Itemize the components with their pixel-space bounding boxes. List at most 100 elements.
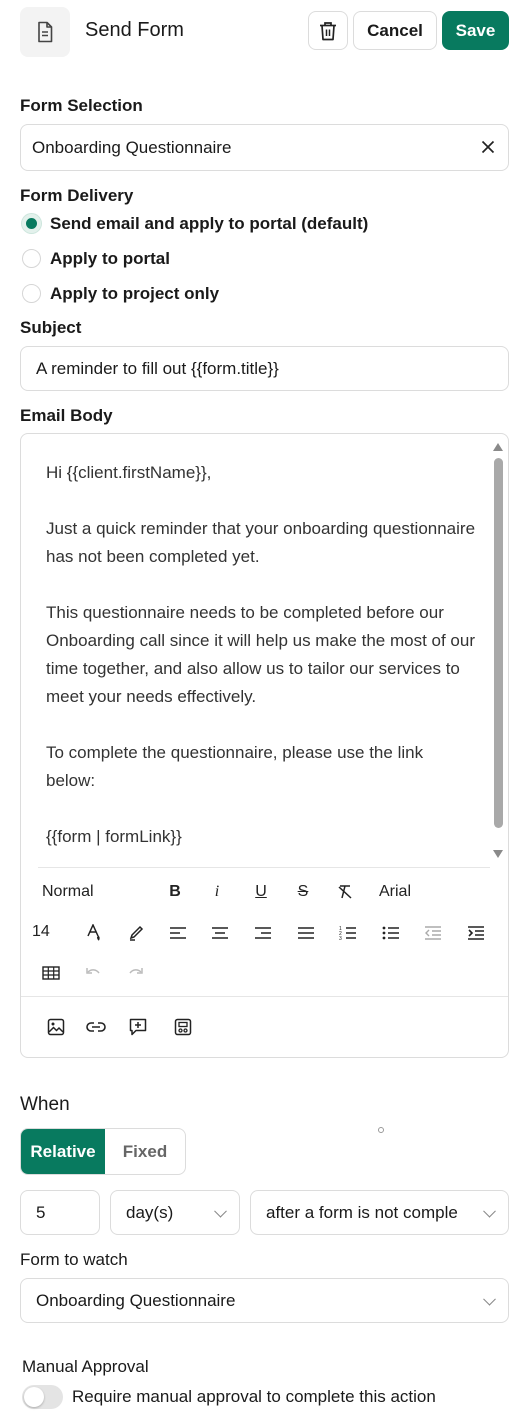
triangle-down-icon bbox=[493, 850, 503, 858]
scroll-down-arrow[interactable] bbox=[492, 846, 504, 858]
delete-button[interactable] bbox=[308, 11, 348, 50]
manual-approval-label: Manual Approval bbox=[22, 1357, 149, 1376]
redo-icon[interactable] bbox=[125, 962, 147, 984]
chevron-down-icon bbox=[483, 1204, 496, 1218]
subject-value: A reminder to fill out {{form.title}} bbox=[36, 358, 279, 378]
size-select[interactable]: 14 bbox=[32, 923, 50, 941]
subject-input[interactable]: A reminder to fill out {{form.title}} bbox=[20, 346, 509, 391]
align-right-icon[interactable] bbox=[252, 922, 274, 944]
form-selection-label: Form Selection bbox=[20, 96, 143, 115]
tab-fixed[interactable]: Fixed bbox=[105, 1129, 185, 1174]
form-to-watch-select[interactable]: Onboarding Questionnaire bbox=[20, 1278, 509, 1323]
align-left-icon[interactable] bbox=[167, 922, 189, 944]
radio-label-send-email-and-portal[interactable]: Send email and apply to portal (default) bbox=[50, 214, 368, 234]
table-icon[interactable] bbox=[40, 962, 62, 984]
outdent-icon[interactable] bbox=[422, 922, 444, 944]
decorative-dot bbox=[378, 1127, 384, 1133]
scroll-up-arrow[interactable] bbox=[492, 439, 504, 451]
when-unit-select[interactable]: day(s) bbox=[110, 1190, 240, 1235]
bullet-list-icon[interactable] bbox=[380, 922, 402, 944]
clear-format-icon[interactable] bbox=[334, 881, 356, 903]
radio-label-apply-to-portal[interactable]: Apply to portal bbox=[50, 249, 170, 269]
email-paragraph: {{form | formLink}} bbox=[46, 827, 182, 846]
highlight-icon[interactable] bbox=[125, 922, 147, 944]
email-paragraph: To complete the questionnaire, please us… bbox=[46, 743, 424, 790]
strikethrough-icon[interactable]: S bbox=[292, 881, 314, 903]
when-trigger-select[interactable]: after a form is not comple bbox=[250, 1190, 509, 1235]
page-title: Send Form bbox=[85, 19, 184, 41]
when-amount-input[interactable]: 5 bbox=[20, 1190, 100, 1235]
bold-icon[interactable]: B bbox=[164, 881, 186, 903]
form-to-watch-value: Onboarding Questionnaire bbox=[36, 1290, 236, 1310]
form-selection-input[interactable]: Onboarding Questionnaire bbox=[20, 124, 509, 171]
radio-apply-to-portal[interactable] bbox=[22, 249, 41, 268]
toggle-knob bbox=[24, 1387, 44, 1407]
when-trigger-value: after a form is not comple bbox=[266, 1202, 458, 1222]
style-select[interactable]: Normal bbox=[42, 883, 94, 901]
radio-send-email-and-portal[interactable] bbox=[22, 214, 41, 233]
font-select[interactable]: Arial bbox=[379, 883, 411, 901]
align-left-glyph bbox=[170, 927, 186, 939]
redo-glyph bbox=[129, 968, 143, 974]
link-glyph bbox=[86, 1022, 106, 1032]
italic-icon[interactable]: i bbox=[206, 881, 228, 903]
clear-format-icon-glyph bbox=[338, 885, 352, 899]
undo-glyph bbox=[86, 968, 100, 974]
form-delivery-label: Form Delivery bbox=[20, 186, 134, 205]
table-glyph bbox=[42, 966, 60, 980]
tab-relative[interactable]: Relative bbox=[21, 1129, 105, 1174]
underline-icon[interactable]: U bbox=[250, 881, 272, 903]
svg-text:3: 3 bbox=[339, 936, 342, 941]
document-icon bbox=[38, 21, 53, 43]
insert-variable-icon[interactable] bbox=[172, 1016, 194, 1038]
ordered-list-glyph: 123 bbox=[339, 926, 356, 941]
when-label: When bbox=[20, 1094, 70, 1115]
form-selection-value: Onboarding Questionnaire bbox=[32, 137, 232, 157]
save-button[interactable]: Save bbox=[442, 11, 509, 50]
highlighter-glyph bbox=[129, 925, 144, 941]
when-mode-toggle: Relative Fixed bbox=[20, 1128, 186, 1175]
email-paragraph: Just a quick reminder that your onboardi… bbox=[46, 519, 476, 566]
chevron-down-icon bbox=[214, 1204, 227, 1218]
align-center-glyph bbox=[212, 927, 228, 939]
email-body-content[interactable]: Hi {{client.firstName}}, Just a quick re… bbox=[46, 459, 476, 879]
email-paragraph: This questionnaire needs to be completed… bbox=[46, 603, 475, 706]
editor-footer-divider bbox=[21, 996, 508, 997]
when-amount-value: 5 bbox=[36, 1202, 46, 1222]
radio-label-apply-to-project-only[interactable]: Apply to project only bbox=[50, 284, 219, 304]
radio-apply-to-project-only[interactable] bbox=[22, 284, 41, 303]
close-icon bbox=[481, 140, 495, 154]
align-right-glyph bbox=[255, 927, 271, 939]
chevron-down-icon bbox=[483, 1292, 496, 1306]
form-icon-tile bbox=[20, 7, 70, 57]
variable-glyph bbox=[174, 1018, 192, 1036]
trash-icon bbox=[320, 21, 336, 40]
editor-divider bbox=[38, 867, 490, 868]
align-justify-icon[interactable] bbox=[295, 922, 317, 944]
image-glyph bbox=[47, 1018, 65, 1036]
undo-icon[interactable] bbox=[82, 962, 104, 984]
cancel-button[interactable]: Cancel bbox=[353, 11, 437, 50]
align-justify-glyph bbox=[298, 927, 314, 939]
subject-label: Subject bbox=[20, 318, 82, 337]
bullet-list-glyph bbox=[382, 926, 399, 940]
insert-image-icon[interactable] bbox=[45, 1016, 67, 1038]
comment-plus-glyph bbox=[129, 1018, 147, 1036]
editor-scrollbar-thumb[interactable] bbox=[494, 458, 503, 828]
when-unit-value: day(s) bbox=[126, 1202, 174, 1222]
outdent-glyph bbox=[425, 926, 441, 940]
triangle-up-icon bbox=[493, 443, 503, 451]
form-to-watch-label: Form to watch bbox=[20, 1250, 128, 1269]
clear-selection-button[interactable] bbox=[480, 139, 496, 155]
align-center-icon[interactable] bbox=[209, 922, 231, 944]
email-paragraph: Hi {{client.firstName}}, bbox=[46, 463, 212, 482]
manual-approval-toggle-label: Require manual approval to complete this… bbox=[72, 1387, 436, 1406]
text-color-glyph bbox=[87, 924, 100, 941]
text-color-icon[interactable] bbox=[82, 922, 104, 944]
indent-icon[interactable] bbox=[465, 922, 487, 944]
indent-glyph bbox=[468, 926, 484, 940]
email-body-label: Email Body bbox=[20, 406, 113, 425]
insert-comment-icon[interactable] bbox=[127, 1016, 149, 1038]
ordered-list-icon[interactable]: 123 bbox=[337, 922, 359, 944]
insert-link-icon[interactable] bbox=[85, 1016, 107, 1038]
